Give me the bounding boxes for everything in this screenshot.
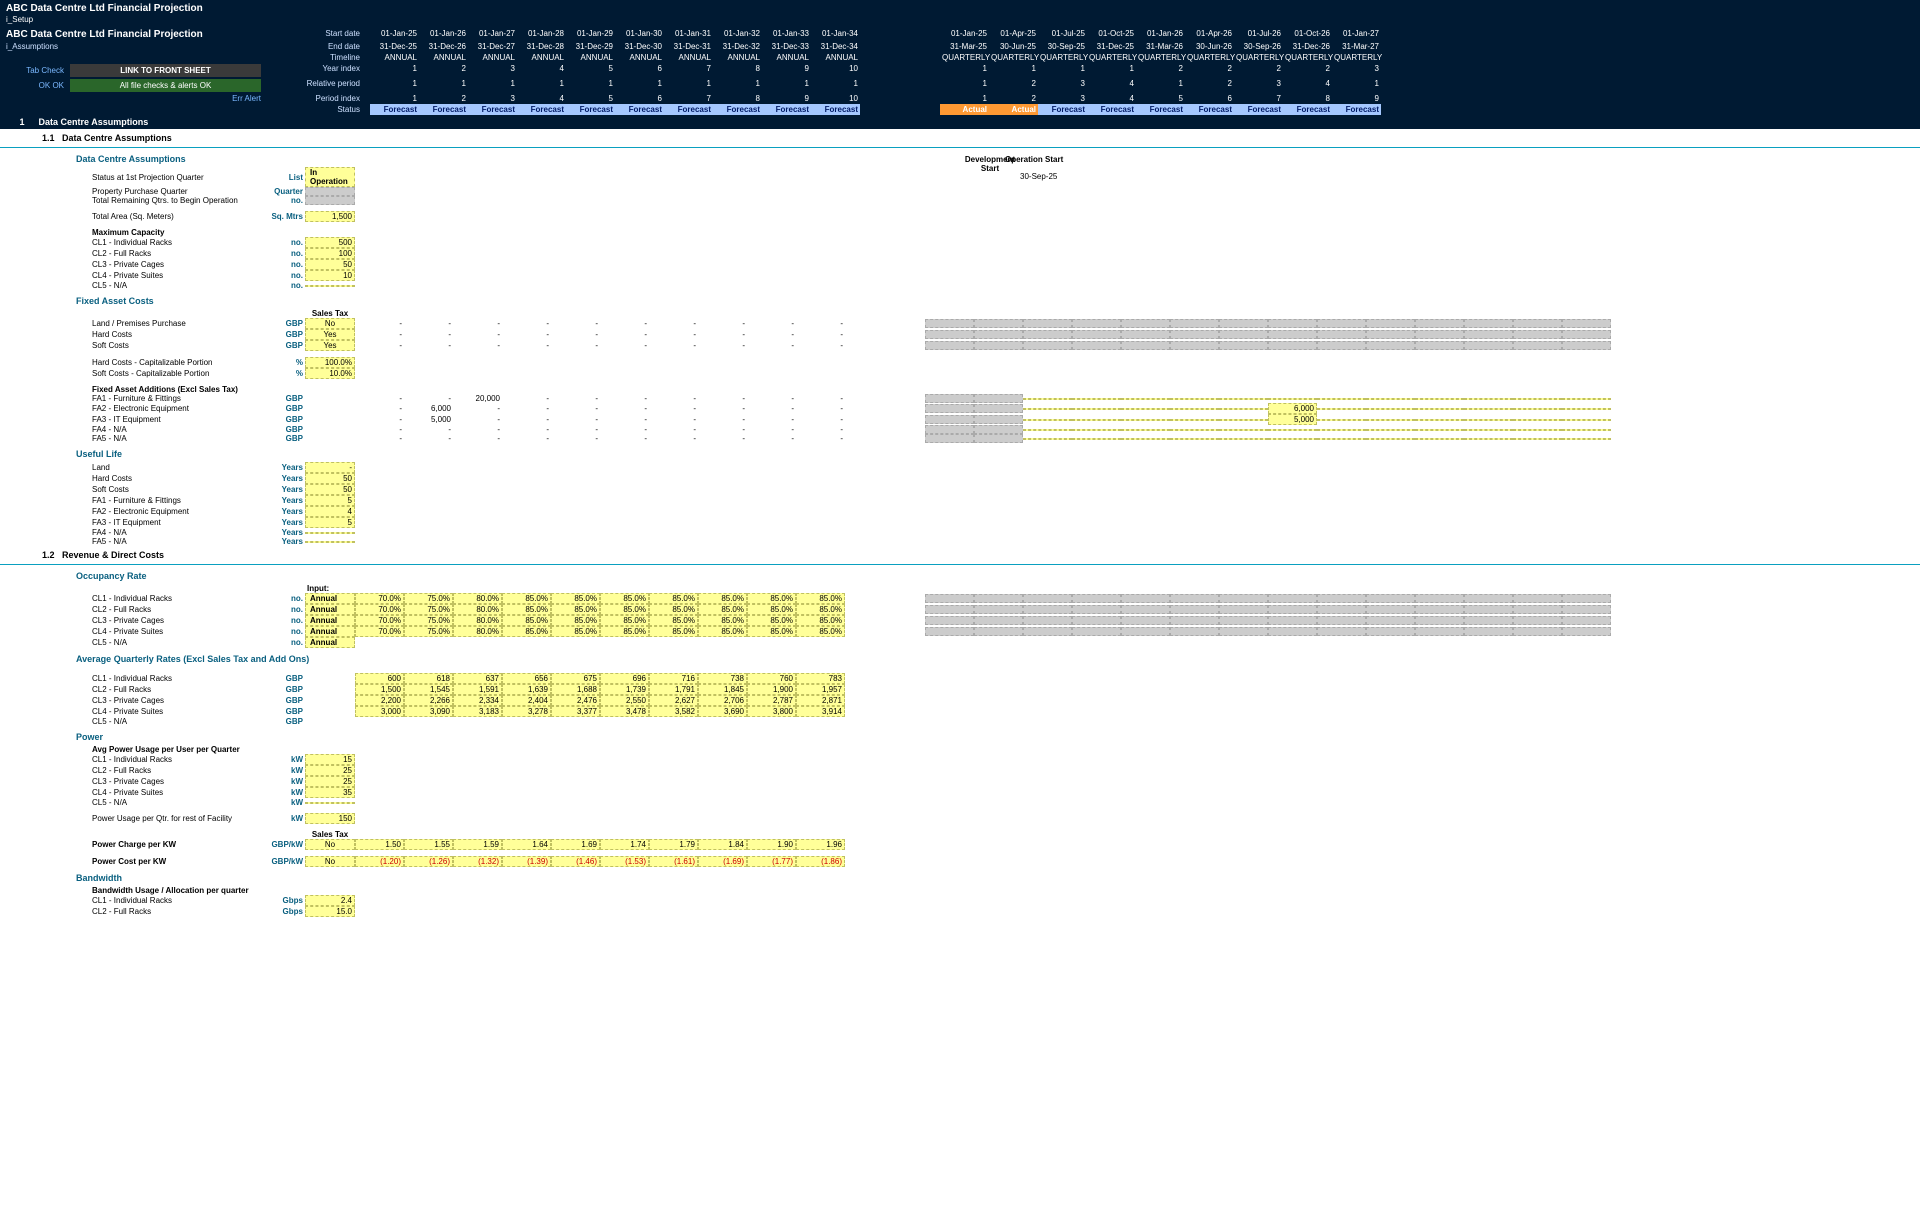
data-row: Soft CostsYears50 — [90, 484, 1920, 495]
subtitle-1: i_Setup — [6, 15, 33, 24]
data-row: Hard CostsYears50 — [90, 473, 1920, 484]
data-row: CL1 - Individual RackskW15 — [90, 754, 1920, 765]
data-row: Power Usage per Qtr. for rest of Facilit… — [90, 813, 1920, 824]
section-1-1-header: 1.1 Data Centre Assumptions — [0, 129, 1920, 148]
data-row: CL2 - Full RacksGbps15.0 — [90, 906, 1920, 917]
data-row: FA3 - IT EquipmentYears5 — [90, 517, 1920, 528]
data-row: Hard Costs - Capitalizable Portion%100.0… — [90, 357, 1920, 368]
maxcap-label: Maximum Capacity — [90, 228, 265, 237]
data-row: Total Area (Sq. Meters)Sq. Mtrs1,500 — [90, 211, 1920, 222]
data-row: CL5 - N/AkW — [90, 798, 1920, 807]
data-row: CL5 - N/Ano. — [90, 281, 1920, 290]
data-row: CL4 - Private Suitesno.10 — [90, 270, 1920, 281]
title-1: ABC Data Centre Ltd Financial Projection — [6, 3, 203, 14]
data-row: CL4 - Private SuiteskW35 — [90, 787, 1920, 798]
ok-button[interactable]: All file checks & alerts OK — [70, 79, 261, 92]
data-row: CL3 - Private CageskW25 — [90, 776, 1920, 787]
data-row: FA1 - Furniture & FittingsYears5 — [90, 495, 1920, 506]
link-button[interactable]: LINK TO FRONT SHEET — [70, 64, 261, 77]
data-row: Soft Costs - Capitalizable Portion%10.0% — [90, 368, 1920, 379]
data-row: CL1 - Individual Racksno.500 — [90, 237, 1920, 248]
data-row: CL1 - Individual RacksGbps2.4 — [90, 895, 1920, 906]
group-ul-title: Useful Life — [0, 443, 1920, 462]
data-row: CL3 - Private Cagesno.50 — [90, 259, 1920, 270]
data-row: Total Remaining Qtrs. to Begin Operation… — [90, 196, 1920, 205]
data-row: FA5 - N/AYears — [90, 537, 1920, 546]
header: ABC Data Centre Ltd Financial Projection… — [0, 0, 1920, 115]
group-fac-title: Fixed Asset Costs — [0, 290, 1920, 309]
data-row: FA2 - Electronic EquipmentYears4 — [90, 506, 1920, 517]
section-1-2-header: 1.2 Revenue & Direct Costs — [0, 546, 1920, 565]
data-row: LandYears- — [90, 462, 1920, 473]
title-bar-1: ABC Data Centre Ltd Financial Projection… — [0, 0, 1920, 28]
header-grid: ABC Data Centre Ltd Financial Projection… — [0, 28, 1920, 115]
section-1-header: 1 Data Centre Assumptions — [0, 115, 1920, 129]
data-row: FA4 - N/AYears — [90, 528, 1920, 537]
data-row: CL2 - Full RackskW25 — [90, 765, 1920, 776]
data-row: CL2 - Full Racksno.100 — [90, 248, 1920, 259]
data-row: Property Purchase QuarterQuarter — [90, 187, 1920, 196]
